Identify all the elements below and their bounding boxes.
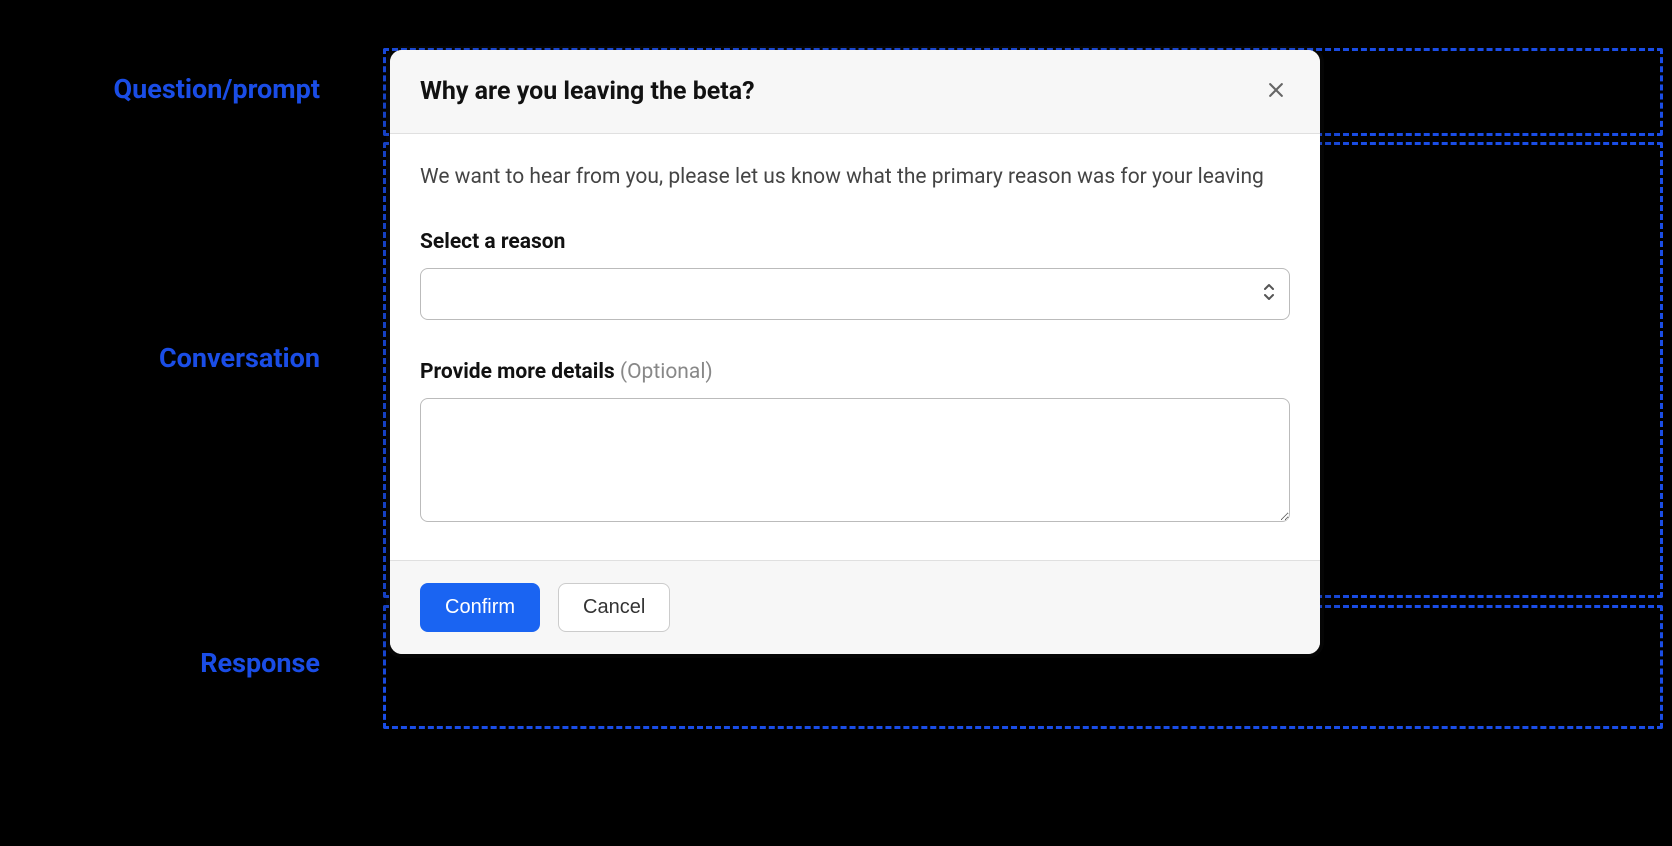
details-label: Provide more details (Optional) xyxy=(420,360,1290,384)
annotation-question-prompt: Question/prompt xyxy=(10,73,320,105)
annotation-response: Response xyxy=(100,647,320,679)
cancel-button[interactable]: Cancel xyxy=(558,583,670,632)
select-reason-label: Select a reason xyxy=(420,230,1290,254)
modal-body: We want to hear from you, please let us … xyxy=(390,134,1320,560)
confirm-button[interactable]: Confirm xyxy=(420,583,540,632)
details-optional-tag: (Optional) xyxy=(620,360,713,384)
modal-header: Why are you leaving the beta? xyxy=(390,50,1320,134)
select-reason-wrapper xyxy=(420,268,1290,320)
modal-description: We want to hear from you, please let us … xyxy=(420,162,1290,194)
modal-dialog: Why are you leaving the beta? We want to… xyxy=(390,50,1320,654)
modal-inner: Why are you leaving the beta? We want to… xyxy=(390,50,1320,654)
close-button[interactable] xyxy=(1262,76,1290,107)
modal-footer: Confirm Cancel xyxy=(390,560,1320,654)
details-label-text: Provide more details xyxy=(420,360,620,384)
select-reason-input[interactable] xyxy=(420,268,1290,320)
modal-title: Why are you leaving the beta? xyxy=(420,77,755,106)
close-icon xyxy=(1266,80,1286,103)
details-textarea[interactable] xyxy=(420,398,1290,522)
annotation-conversation: Conversation xyxy=(70,342,320,374)
